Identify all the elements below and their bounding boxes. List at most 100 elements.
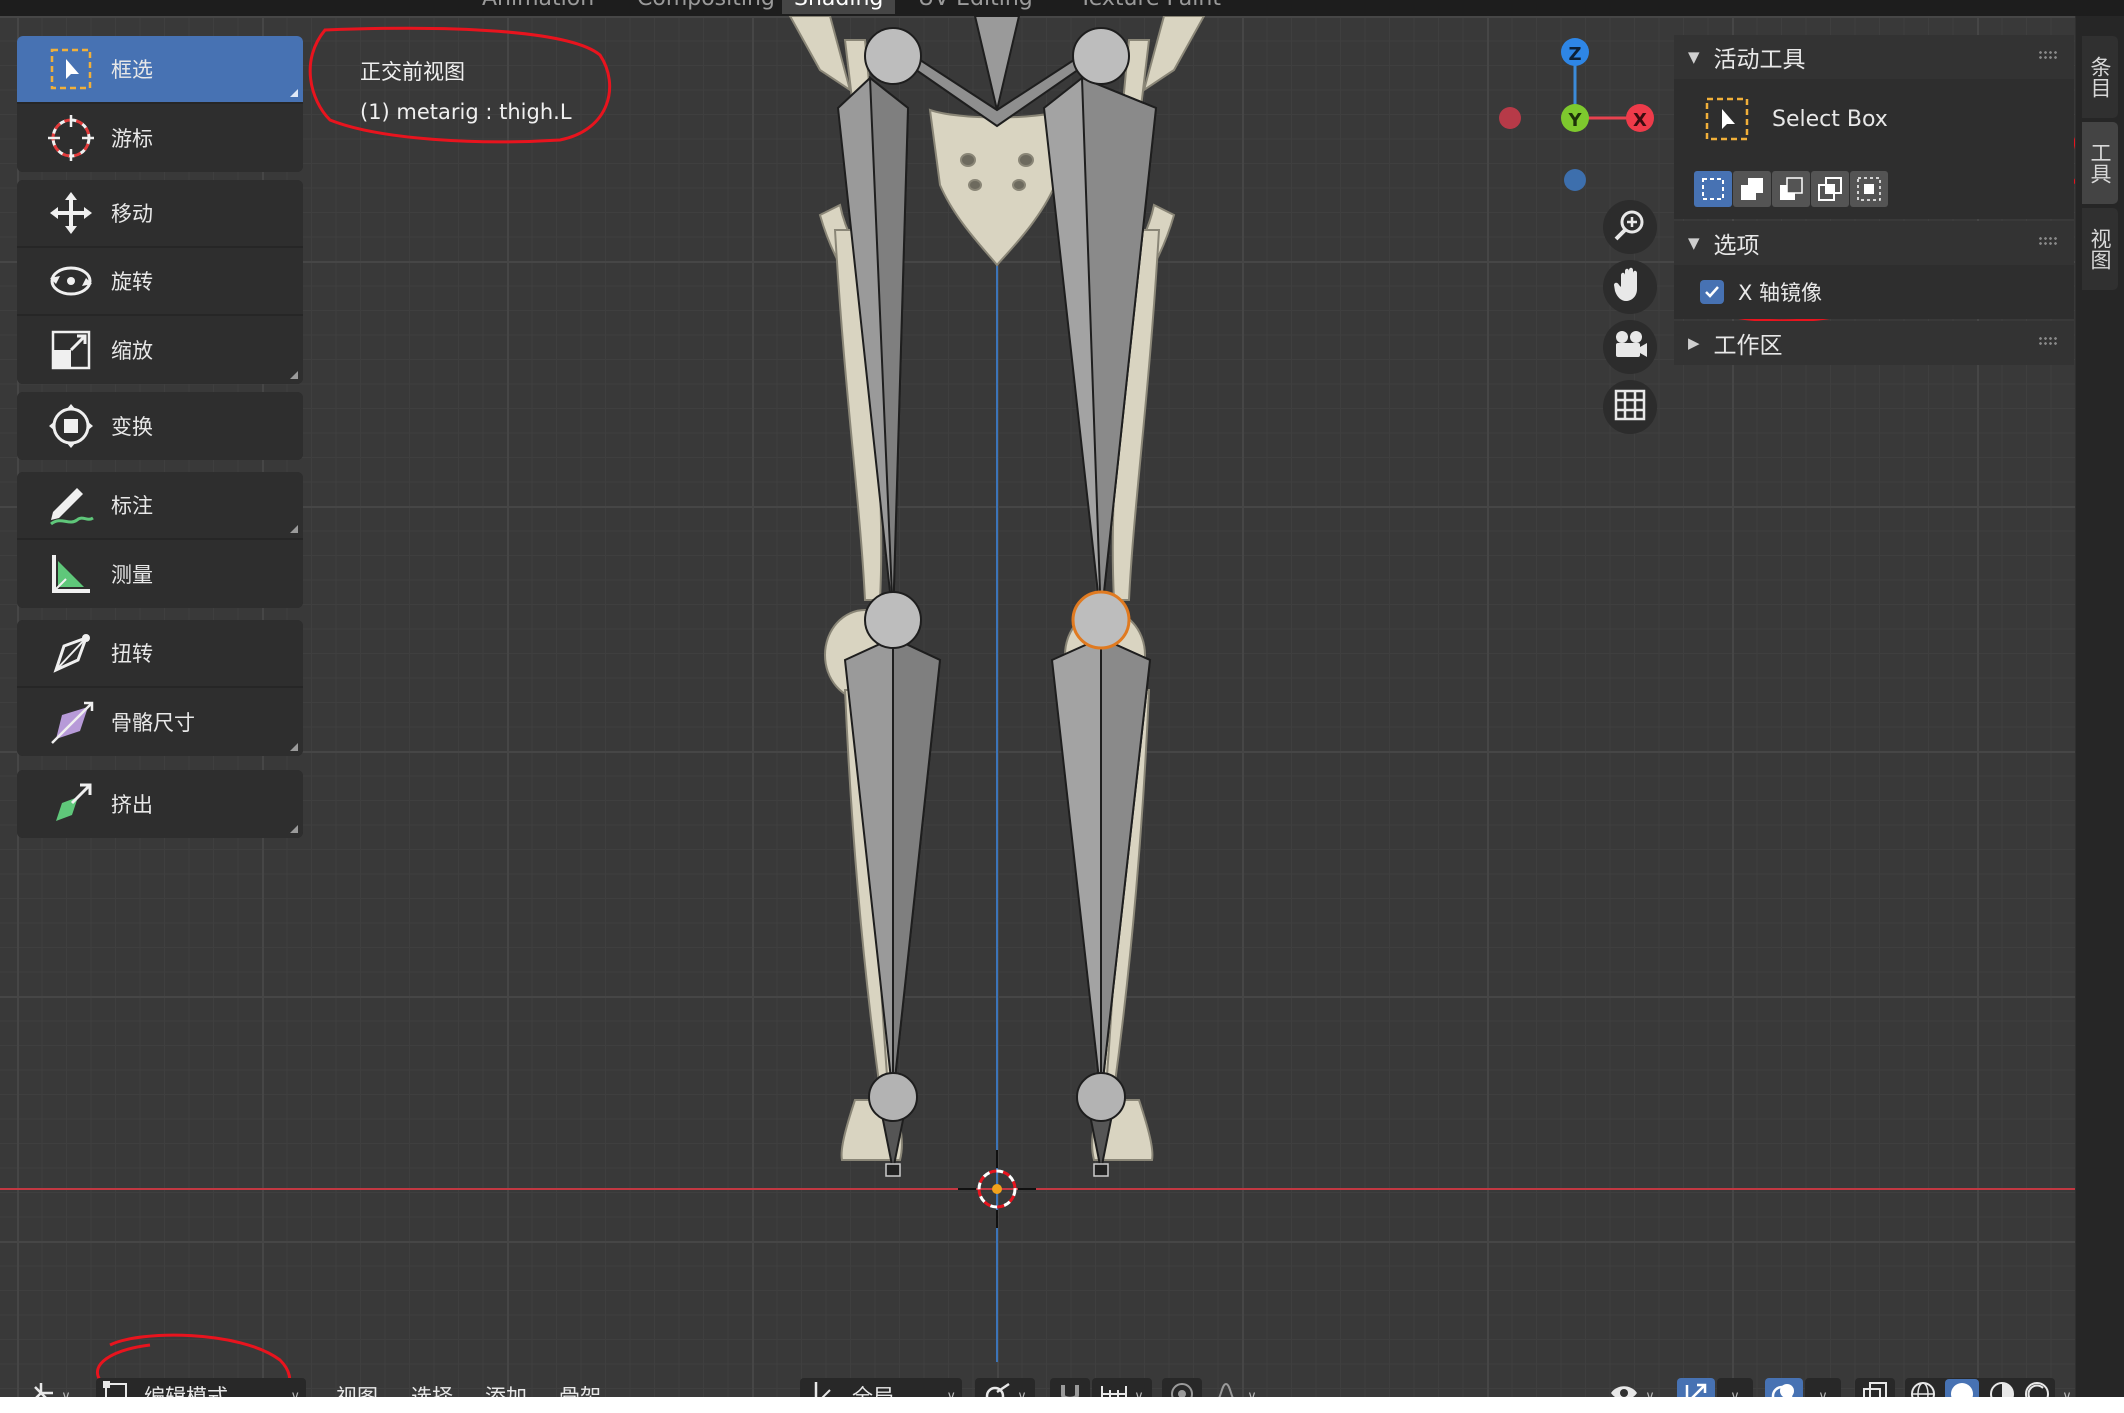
zoom-button[interactable] xyxy=(1603,200,1657,254)
mode-extend-button[interactable] xyxy=(1733,171,1771,207)
proportional-edit-toggle[interactable] xyxy=(1162,1378,1202,1397)
snap-toggle[interactable] xyxy=(1050,1378,1090,1397)
submenu-corner-icon xyxy=(290,89,298,97)
chevron-down-icon: ∨ xyxy=(1730,1388,1740,1398)
shading-mode-group xyxy=(1905,1378,2055,1397)
pan-button[interactable] xyxy=(1603,260,1657,314)
workspace-tab[interactable]: Animation xyxy=(470,0,606,14)
tool-move[interactable]: 移动 xyxy=(17,180,303,248)
tool-label: 骨骼尺寸 xyxy=(111,711,195,735)
solid-shading-icon[interactable] xyxy=(1945,1378,1980,1397)
xray-toggle[interactable] xyxy=(1855,1378,1895,1397)
drag-handle-icon[interactable] xyxy=(2038,236,2058,246)
camera-view-button[interactable] xyxy=(1603,320,1657,374)
orientation-icon xyxy=(810,1380,838,1397)
tab-tool[interactable]: 工具 xyxy=(2082,122,2118,204)
gizmo-z-label: Z xyxy=(1568,44,1581,65)
pivot-icon xyxy=(983,1380,1011,1397)
menu-select[interactable]: 选择 xyxy=(397,1378,467,1397)
workspace-tab-bar: Animation Compositing Shading UV Editing… xyxy=(0,0,2124,16)
toolbar-group-extrude: 挤出 xyxy=(17,770,303,838)
x-mirror-checkbox[interactable] xyxy=(1700,280,1724,304)
tool-cursor[interactable]: 游标 xyxy=(17,104,303,172)
submenu-corner-icon xyxy=(290,825,298,833)
pivot-point-dropdown[interactable]: ∨ xyxy=(975,1378,1035,1397)
mode-dropdown[interactable]: 编辑模式 ∨ xyxy=(96,1378,306,1397)
snap-increment-icon xyxy=(1100,1382,1128,1397)
eye-pointer-icon xyxy=(1609,1381,1639,1397)
drag-handle-icon[interactable] xyxy=(2038,336,2058,346)
3d-viewport[interactable]: Z X Y 框选 游标 移动 旋转 缩放 变换 标注 测量 扭转 骨骼尺寸 挤出… xyxy=(0,16,2075,1397)
mode-subtract-button[interactable] xyxy=(1772,171,1810,207)
panel-header-workspace[interactable]: ▶ 工作区 xyxy=(1674,321,2074,365)
scale-icon xyxy=(39,318,103,382)
tab-item[interactable]: 条目 xyxy=(2082,36,2118,118)
overlays-toggle[interactable] xyxy=(1765,1378,1803,1397)
tool-bone-size[interactable]: 骨骼尺寸 xyxy=(17,688,303,756)
tool-roll[interactable]: 扭转 xyxy=(17,620,303,688)
transform-orientation-dropdown[interactable]: 全局 ∨ xyxy=(800,1378,962,1397)
mode-intersect-button[interactable] xyxy=(1850,171,1888,207)
active-tool-body: Select Box xyxy=(1674,79,2074,219)
annotate-icon xyxy=(39,473,103,537)
move-icon xyxy=(39,181,103,245)
x-mirror-row[interactable]: X 轴镜像 xyxy=(1674,265,2074,319)
tab-label: 工具 xyxy=(2088,142,2112,184)
gizmo-x-label: X xyxy=(1633,110,1647,131)
mode-invert-button[interactable] xyxy=(1811,171,1849,207)
menu-view[interactable]: 视图 xyxy=(322,1378,392,1397)
shading-dropdown[interactable]: ∨ xyxy=(2058,1378,2075,1398)
workspace-tab[interactable]: Compositing xyxy=(625,0,787,14)
panel-title: 工作区 xyxy=(1713,333,1783,359)
panel-header-options[interactable]: ▼ 选项 xyxy=(1674,221,2074,265)
chevron-down-icon: ∨ xyxy=(61,1388,71,1398)
falloff-curve-icon xyxy=(1211,1382,1241,1397)
select-box-icon xyxy=(1704,96,1750,142)
workspace-tab[interactable]: Texture Paint xyxy=(1067,0,1233,14)
chevron-down-icon: ∨ xyxy=(1645,1388,1655,1398)
gizmo-toggle[interactable] xyxy=(1677,1378,1715,1397)
tab-view[interactable]: 视图 xyxy=(2082,208,2118,290)
measure-icon xyxy=(39,542,103,606)
menu-armature[interactable]: 骨架 xyxy=(545,1378,615,1397)
tool-transform[interactable]: 变换 xyxy=(17,392,303,460)
rendered-shading-icon[interactable] xyxy=(2024,1381,2050,1397)
wireframe-shading-icon[interactable] xyxy=(1910,1381,1936,1397)
editor-type-button[interactable]: ∨ xyxy=(20,1378,78,1397)
visibility-dropdown[interactable]: ∨ xyxy=(1602,1378,1662,1397)
tool-extrude[interactable]: 挤出 xyxy=(17,770,303,838)
overlays-dropdown[interactable]: ∨ xyxy=(1805,1378,1841,1397)
snap-target-dropdown[interactable]: ∨ xyxy=(1092,1378,1152,1397)
falloff-dropdown[interactable]: ∨ xyxy=(1204,1378,1264,1397)
viewport-info: 正交前视图 (1) metarig : thigh.L xyxy=(360,52,572,132)
chevron-down-icon: ∨ xyxy=(946,1388,956,1398)
ortho-toggle-button[interactable] xyxy=(1603,380,1657,434)
panel-header-active-tool[interactable]: ▼ 活动工具 xyxy=(1674,35,2074,79)
active-object-label: (1) metarig : thigh.L xyxy=(360,100,572,124)
toolbar-group-transform-all: 变换 xyxy=(17,392,303,460)
tool-annotate[interactable]: 标注 xyxy=(17,472,303,540)
tool-scale[interactable]: 缩放 xyxy=(17,316,303,384)
cursor-icon xyxy=(39,106,103,170)
collapse-arrow-icon: ▼ xyxy=(1688,234,1700,252)
chevron-down-icon: ∨ xyxy=(290,1388,300,1398)
roll-icon xyxy=(39,621,103,685)
workspace-tab-active[interactable]: Shading xyxy=(782,0,896,14)
toolbar-group-transform: 移动 旋转 缩放 xyxy=(17,180,303,384)
magnet-icon xyxy=(1057,1381,1083,1397)
tool-measure[interactable]: 测量 xyxy=(17,540,303,608)
tool-rotate[interactable]: 旋转 xyxy=(17,248,303,316)
chevron-down-icon: ∨ xyxy=(1134,1388,1144,1398)
mode-set-button[interactable] xyxy=(1694,171,1732,207)
viewport-header-bottom: ∨ 编辑模式 ∨ 视图 选择 添加 骨架 全局 ∨ ∨ ∨ ∨ ∨ ∨ ∨ ∨ xyxy=(0,1378,2075,1397)
toolbar-group-annotate: 标注 测量 xyxy=(17,472,303,608)
options-body: X 轴镜像 xyxy=(1674,265,2074,319)
material-shading-icon[interactable] xyxy=(1989,1381,2015,1397)
tool-select-box[interactable]: 框选 xyxy=(17,36,303,104)
workspace-tab[interactable]: UV Editing xyxy=(906,0,1045,14)
drag-handle-icon[interactable] xyxy=(2038,50,2058,60)
gizmo-dropdown[interactable]: ∨ xyxy=(1717,1378,1753,1397)
menu-add[interactable]: 添加 xyxy=(471,1378,541,1397)
pan-hand-icon xyxy=(1613,267,1647,307)
active-tool-row[interactable]: Select Box xyxy=(1674,79,2074,159)
